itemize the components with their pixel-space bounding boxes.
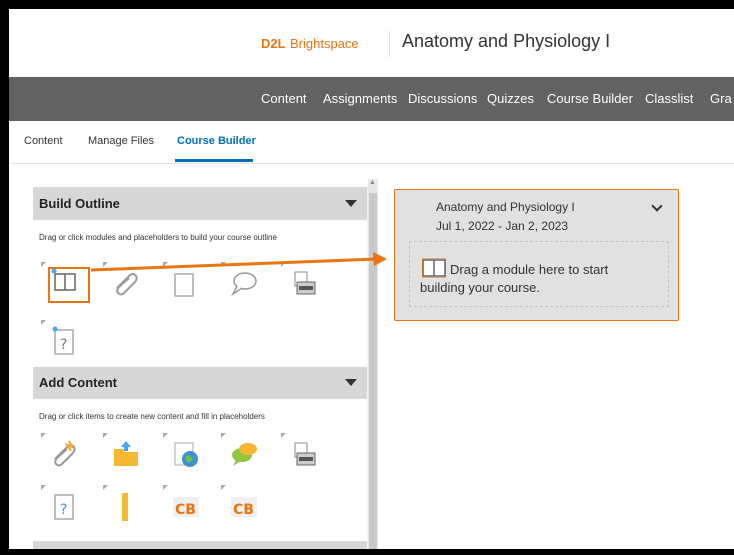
drag-arrow (90, 252, 387, 272)
browser-frame: D2L Brightspace Anatomy and Physiology I… (9, 9, 734, 549)
